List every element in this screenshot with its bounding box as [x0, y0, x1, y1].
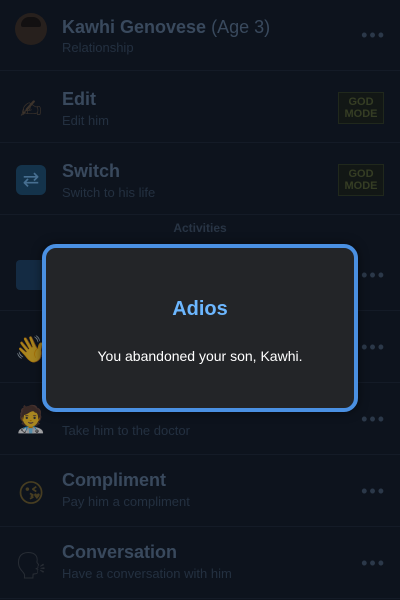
dialog-message: You abandoned your son, Kawhi.	[97, 348, 303, 364]
alert-dialog[interactable]: Adios You abandoned your son, Kawhi.	[42, 244, 358, 412]
dialog-title: Adios	[172, 298, 228, 320]
